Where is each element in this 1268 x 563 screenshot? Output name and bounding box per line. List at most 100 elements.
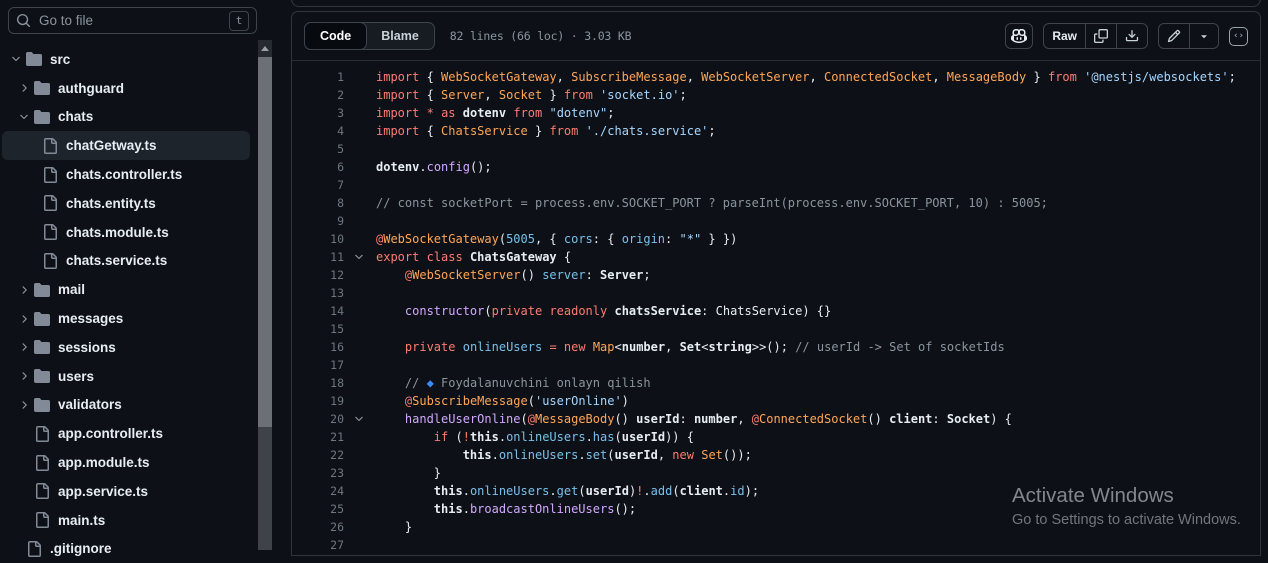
code-line: 2import { Server, Socket } from 'socket.… xyxy=(292,86,1260,104)
code-token: , xyxy=(557,70,571,84)
code-token: ( xyxy=(672,484,679,498)
line-number[interactable]: 1 xyxy=(292,68,344,86)
code-line: 26 } xyxy=(292,518,1260,536)
tree-item-chats[interactable]: chats xyxy=(2,103,250,132)
chevron-right-icon[interactable] xyxy=(14,82,34,94)
line-number[interactable]: 13 xyxy=(292,284,344,302)
download-raw-button[interactable] xyxy=(1116,24,1147,48)
line-number[interactable]: 7 xyxy=(292,176,344,194)
folder-icon xyxy=(34,282,50,298)
code-token: () xyxy=(614,412,636,426)
line-number[interactable]: 24 xyxy=(292,482,344,500)
tree-item-authguard[interactable]: authguard xyxy=(2,74,250,103)
tree-item-mail[interactable]: mail xyxy=(2,275,250,304)
code-token: import xyxy=(376,70,419,84)
line-number[interactable]: 14 xyxy=(292,302,344,320)
code-text: private onlineUsers = new Map<number, Se… xyxy=(376,338,1005,356)
line-number[interactable]: 26 xyxy=(292,518,344,536)
line-number[interactable]: 21 xyxy=(292,428,344,446)
line-number[interactable]: 10 xyxy=(292,230,344,248)
code-token: get xyxy=(557,484,579,498)
code-token: } xyxy=(376,466,441,480)
code-line: 24 this.onlineUsers.get(userId)!.add(cli… xyxy=(292,482,1260,500)
tree-item-chats-entity-ts[interactable]: chats.entity.ts xyxy=(2,189,250,218)
line-number[interactable]: 2 xyxy=(292,86,344,104)
edit-dropdown-button[interactable] xyxy=(1189,24,1218,48)
tree-item-chats-module-ts[interactable]: chats.module.ts xyxy=(2,218,250,247)
fold-toggle-icon[interactable] xyxy=(344,248,376,266)
tree-item-chats-service-ts[interactable]: chats.service.ts xyxy=(2,247,250,276)
line-number[interactable]: 22 xyxy=(292,446,344,464)
chevron-right-icon[interactable] xyxy=(14,284,34,296)
code-text: export class ChatsGateway { xyxy=(376,248,571,266)
line-number[interactable]: 3 xyxy=(292,104,344,122)
code-token: client xyxy=(680,484,723,498)
code-token: // xyxy=(405,376,427,390)
chevron-down-icon[interactable] xyxy=(6,53,26,65)
line-number[interactable]: 16 xyxy=(292,338,344,356)
line-number[interactable]: 5 xyxy=(292,140,344,158)
tree-item-users[interactable]: users xyxy=(2,362,250,391)
line-number[interactable]: 9 xyxy=(292,212,344,230)
chevron-right-icon[interactable] xyxy=(14,341,34,353)
shortcut-key-badge: t xyxy=(229,11,249,31)
code-token: ; xyxy=(680,88,687,102)
code-token: ( xyxy=(499,232,506,246)
line-number[interactable]: 25 xyxy=(292,500,344,518)
chevron-right-icon[interactable] xyxy=(14,370,34,382)
go-to-file-search[interactable]: Go to file t xyxy=(8,7,257,34)
tree-item-label: sessions xyxy=(58,340,116,355)
tree-item-chatgetway-ts[interactable]: chatGetway.ts xyxy=(2,131,250,160)
code-token: this xyxy=(434,484,463,498)
tree-item-main-ts[interactable]: main.ts xyxy=(2,506,250,535)
chevron-down-icon[interactable] xyxy=(14,111,34,123)
line-number[interactable]: 6 xyxy=(292,158,344,176)
fold-toggle-icon[interactable] xyxy=(344,410,376,428)
tree-item-sessions[interactable]: sessions xyxy=(2,333,250,362)
code-line: 16 private onlineUsers = new Map<number,… xyxy=(292,338,1260,356)
line-number[interactable]: 11 xyxy=(292,248,344,266)
line-number[interactable]: 8 xyxy=(292,194,344,212)
line-number[interactable]: 15 xyxy=(292,320,344,338)
tab-code[interactable]: Code xyxy=(304,22,367,50)
tree-item-chats-controller-ts[interactable]: chats.controller.ts xyxy=(2,160,250,189)
sidebar-scrollbar[interactable] xyxy=(258,40,272,550)
tab-blame[interactable]: Blame xyxy=(366,23,434,49)
code-token: constructor xyxy=(405,304,484,318)
fold-spacer xyxy=(344,446,376,464)
file-icon xyxy=(34,426,50,442)
tree-item-validators[interactable]: validators xyxy=(2,391,250,420)
raw-button[interactable]: Raw xyxy=(1044,24,1085,48)
raw-copy-download-group: Raw xyxy=(1043,23,1148,49)
edit-file-button[interactable] xyxy=(1159,24,1189,48)
chevron-right-icon[interactable] xyxy=(14,399,34,411)
line-number[interactable]: 18 xyxy=(292,374,344,392)
line-number[interactable]: 27 xyxy=(292,536,344,554)
line-number[interactable]: 23 xyxy=(292,464,344,482)
fold-spacer xyxy=(344,518,376,536)
code-token: { xyxy=(557,250,571,264)
line-number[interactable]: 4 xyxy=(292,122,344,140)
chevron-right-icon[interactable] xyxy=(14,313,34,325)
line-number[interactable]: 17 xyxy=(292,356,344,374)
scrollbar-up-button[interactable] xyxy=(258,40,272,57)
line-number[interactable]: 20 xyxy=(292,410,344,428)
code-token: } xyxy=(1026,70,1048,84)
edit-pencil-icon xyxy=(1167,29,1181,43)
fold-spacer xyxy=(344,356,376,374)
line-number[interactable]: 12 xyxy=(292,266,344,284)
tree-item-app-service-ts[interactable]: app.service.ts xyxy=(2,477,250,506)
line-number[interactable]: 19 xyxy=(292,392,344,410)
code-token: , { xyxy=(535,232,564,246)
tree-item-app-controller-ts[interactable]: app.controller.ts xyxy=(2,419,250,448)
tree-item-messages[interactable]: messages xyxy=(2,304,250,333)
tree-item-src[interactable]: src xyxy=(2,45,250,74)
code-line: 27 xyxy=(292,536,1260,554)
tree-item--gitignore[interactable]: .gitignore xyxy=(2,535,250,563)
copy-raw-button[interactable] xyxy=(1085,24,1116,48)
tree-item-app-module-ts[interactable]: app.module.ts xyxy=(2,448,250,477)
copilot-button[interactable] xyxy=(1005,23,1033,49)
scrollbar-thumb[interactable] xyxy=(258,57,272,427)
symbols-panel-button[interactable]: ‹› xyxy=(1229,27,1248,46)
code-token: has xyxy=(593,430,615,444)
